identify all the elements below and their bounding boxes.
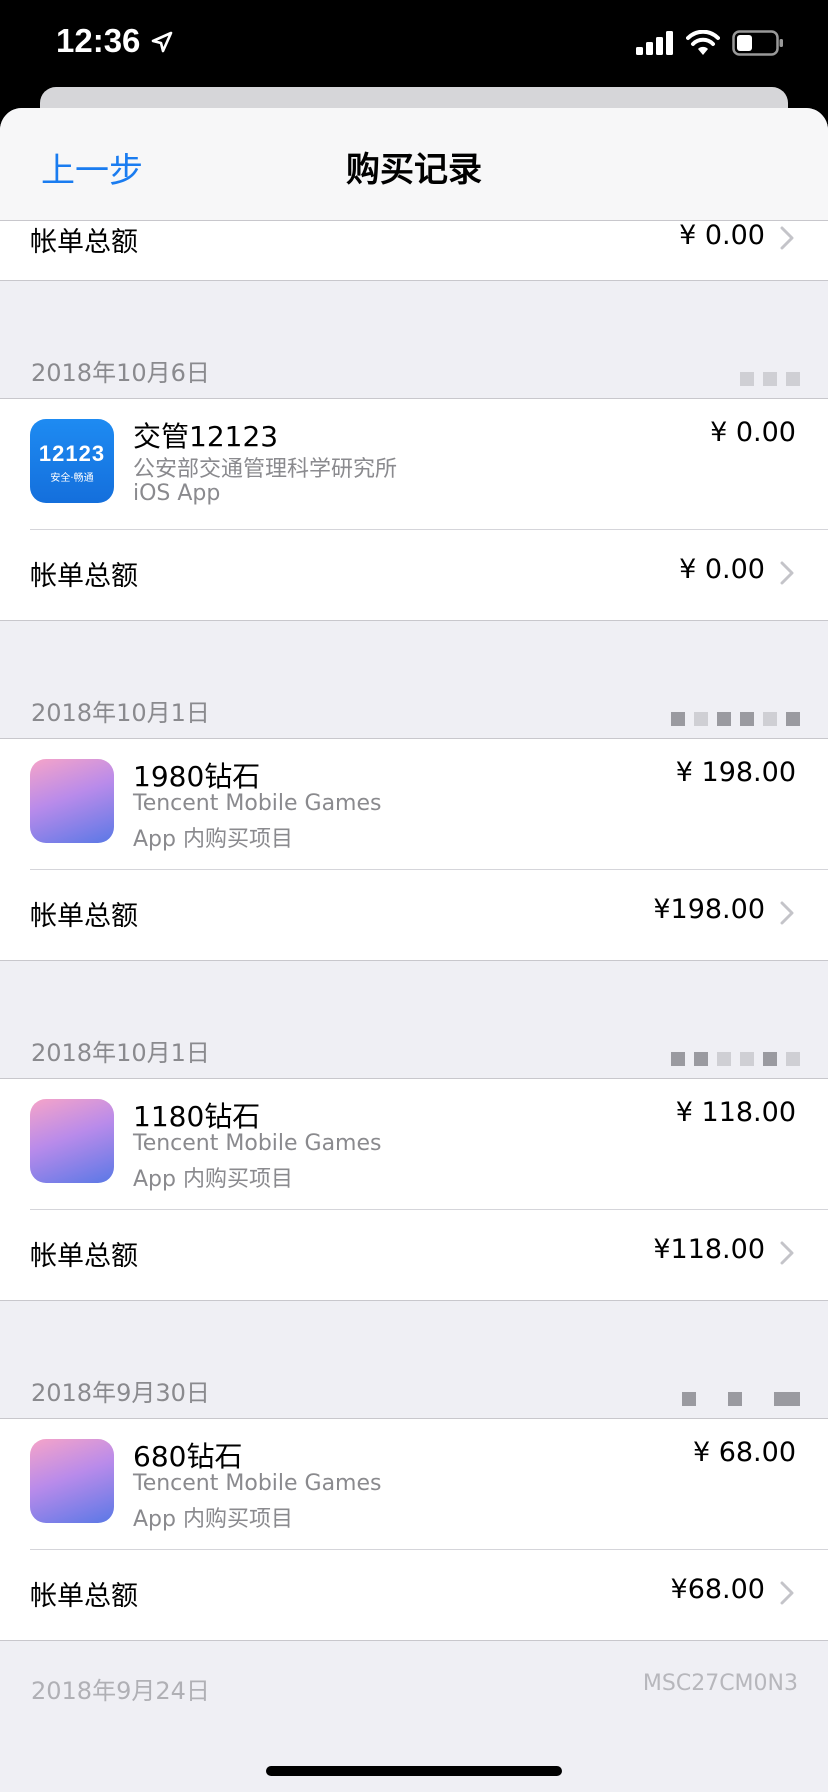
- purchase-list[interactable]: 帐单总额 ¥ 0.00 2018年10月6日 12123 安全·畅通 交管121…: [0, 220, 828, 1705]
- bill-total-label: 帐单总额: [30, 227, 138, 258]
- chevron-right-icon: [780, 226, 794, 250]
- item-price: ¥ 198.00: [675, 757, 796, 788]
- status-time: 12:36: [56, 22, 141, 59]
- bill-total-row[interactable]: 帐单总额 ¥198.00: [0, 870, 828, 960]
- purchase-group: 680钻石 Tencent Mobile Games App 内购买项目 ¥ 6…: [0, 1418, 828, 1641]
- item-type: App 内购买项目: [133, 1507, 293, 1532]
- redacted-order-id: [682, 1392, 800, 1406]
- bill-total-price: ¥198.00: [653, 894, 765, 925]
- bill-total-row[interactable]: 帐单总额 ¥ 0.00: [0, 530, 828, 620]
- item-developer: 公安部交通管理科学研究所: [133, 457, 398, 482]
- bill-total-price: ¥68.00: [670, 1574, 765, 1605]
- bill-total-price: ¥ 0.00: [679, 220, 765, 251]
- purchase-date: 2018年10月1日: [31, 1039, 210, 1067]
- item-name: 680钻石: [133, 1440, 243, 1473]
- date-header: 2018年10月1日: [0, 961, 828, 1078]
- bill-total-label: 帐单总额: [30, 901, 138, 932]
- item-type: App 内购买项目: [133, 1167, 293, 1192]
- bill-total-price: ¥118.00: [653, 1234, 765, 1265]
- purchase-history-sheet: 上一步 购买记录 帐单总额 ¥ 0.00 2018年10月6日 12123 安全…: [0, 108, 828, 1792]
- battery-icon: [732, 30, 783, 56]
- purchase-item-row[interactable]: 680钻石 Tencent Mobile Games App 内购买项目 ¥ 6…: [30, 1419, 828, 1550]
- location-arrow-icon: [151, 31, 173, 53]
- chevron-right-icon: [780, 1581, 794, 1605]
- chevron-right-icon: [780, 561, 794, 585]
- redacted-order-id: [671, 1052, 800, 1066]
- redacted-order-id: [740, 372, 800, 386]
- purchase-group: 1180钻石 Tencent Mobile Games App 内购买项目 ¥ …: [0, 1078, 828, 1301]
- purchase-item-row[interactable]: 1980钻石 Tencent Mobile Games App 内购买项目 ¥ …: [30, 739, 828, 870]
- item-price: ¥ 118.00: [675, 1097, 796, 1128]
- bill-total-row[interactable]: 帐单总额 ¥118.00: [0, 1210, 828, 1300]
- bill-total-row[interactable]: 帐单总额 ¥68.00: [0, 1550, 828, 1640]
- game-icon: [30, 1099, 114, 1183]
- item-type: iOS App: [133, 481, 221, 506]
- bill-total-label: 帐单总额: [30, 1241, 138, 1272]
- item-developer: Tencent Mobile Games: [133, 1471, 382, 1496]
- date-header: 2018年10月6日: [0, 281, 828, 398]
- item-name: 交管12123: [133, 420, 279, 453]
- purchase-group: 12123 安全·畅通 交管12123 公安部交通管理科学研究所 iOS App…: [0, 398, 828, 621]
- purchase-date: 2018年10月1日: [31, 699, 210, 727]
- redacted-order-id: [671, 712, 800, 726]
- date-header-partial: 2018年9月24日 MSC27CM0N3: [0, 1641, 828, 1705]
- date-header: 2018年10月1日: [0, 621, 828, 738]
- cellular-signal-icon: [636, 31, 673, 55]
- navigation-bar: 上一步 购买记录: [0, 108, 828, 221]
- item-name: 1980钻石: [133, 760, 261, 793]
- game-icon: [30, 1439, 114, 1523]
- page-title: 购买记录: [346, 150, 482, 190]
- bill-total-price: ¥ 0.00: [679, 554, 765, 585]
- date-header: 2018年9月30日: [0, 1301, 828, 1418]
- wifi-icon: [686, 30, 720, 55]
- game-icon: [30, 759, 114, 843]
- item-type: App 内购买项目: [133, 827, 293, 852]
- status-bar: 12:36: [0, 0, 828, 96]
- chevron-right-icon: [780, 1241, 794, 1265]
- purchase-group: 1980钻石 Tencent Mobile Games App 内购买项目 ¥ …: [0, 738, 828, 961]
- item-developer: Tencent Mobile Games: [133, 1131, 382, 1156]
- bill-total-label: 帐单总额: [30, 1581, 138, 1612]
- item-developer: Tencent Mobile Games: [133, 791, 382, 816]
- item-price: ¥ 68.00: [692, 1437, 796, 1468]
- purchase-date: 2018年9月30日: [31, 1379, 210, 1407]
- purchase-group-partial: 帐单总额 ¥ 0.00: [0, 220, 828, 281]
- order-id: MSC27CM0N3: [642, 1671, 798, 1696]
- jiaoguan-12123-icon: 12123 安全·畅通: [30, 419, 114, 503]
- item-name: 1180钻石: [133, 1100, 261, 1133]
- purchase-date: 2018年10月6日: [31, 359, 210, 387]
- purchase-item-row[interactable]: 1180钻石 Tencent Mobile Games App 内购买项目 ¥ …: [30, 1079, 828, 1210]
- bill-total-row[interactable]: 帐单总额 ¥ 0.00: [0, 220, 828, 280]
- status-icons: [636, 30, 784, 56]
- item-price: ¥ 0.00: [710, 417, 796, 448]
- chevron-right-icon: [780, 901, 794, 925]
- purchase-date: 2018年9月24日: [31, 1677, 210, 1705]
- bill-total-label: 帐单总额: [30, 561, 138, 592]
- purchase-item-row[interactable]: 12123 安全·畅通 交管12123 公安部交通管理科学研究所 iOS App…: [30, 399, 828, 530]
- home-indicator[interactable]: [266, 1766, 562, 1776]
